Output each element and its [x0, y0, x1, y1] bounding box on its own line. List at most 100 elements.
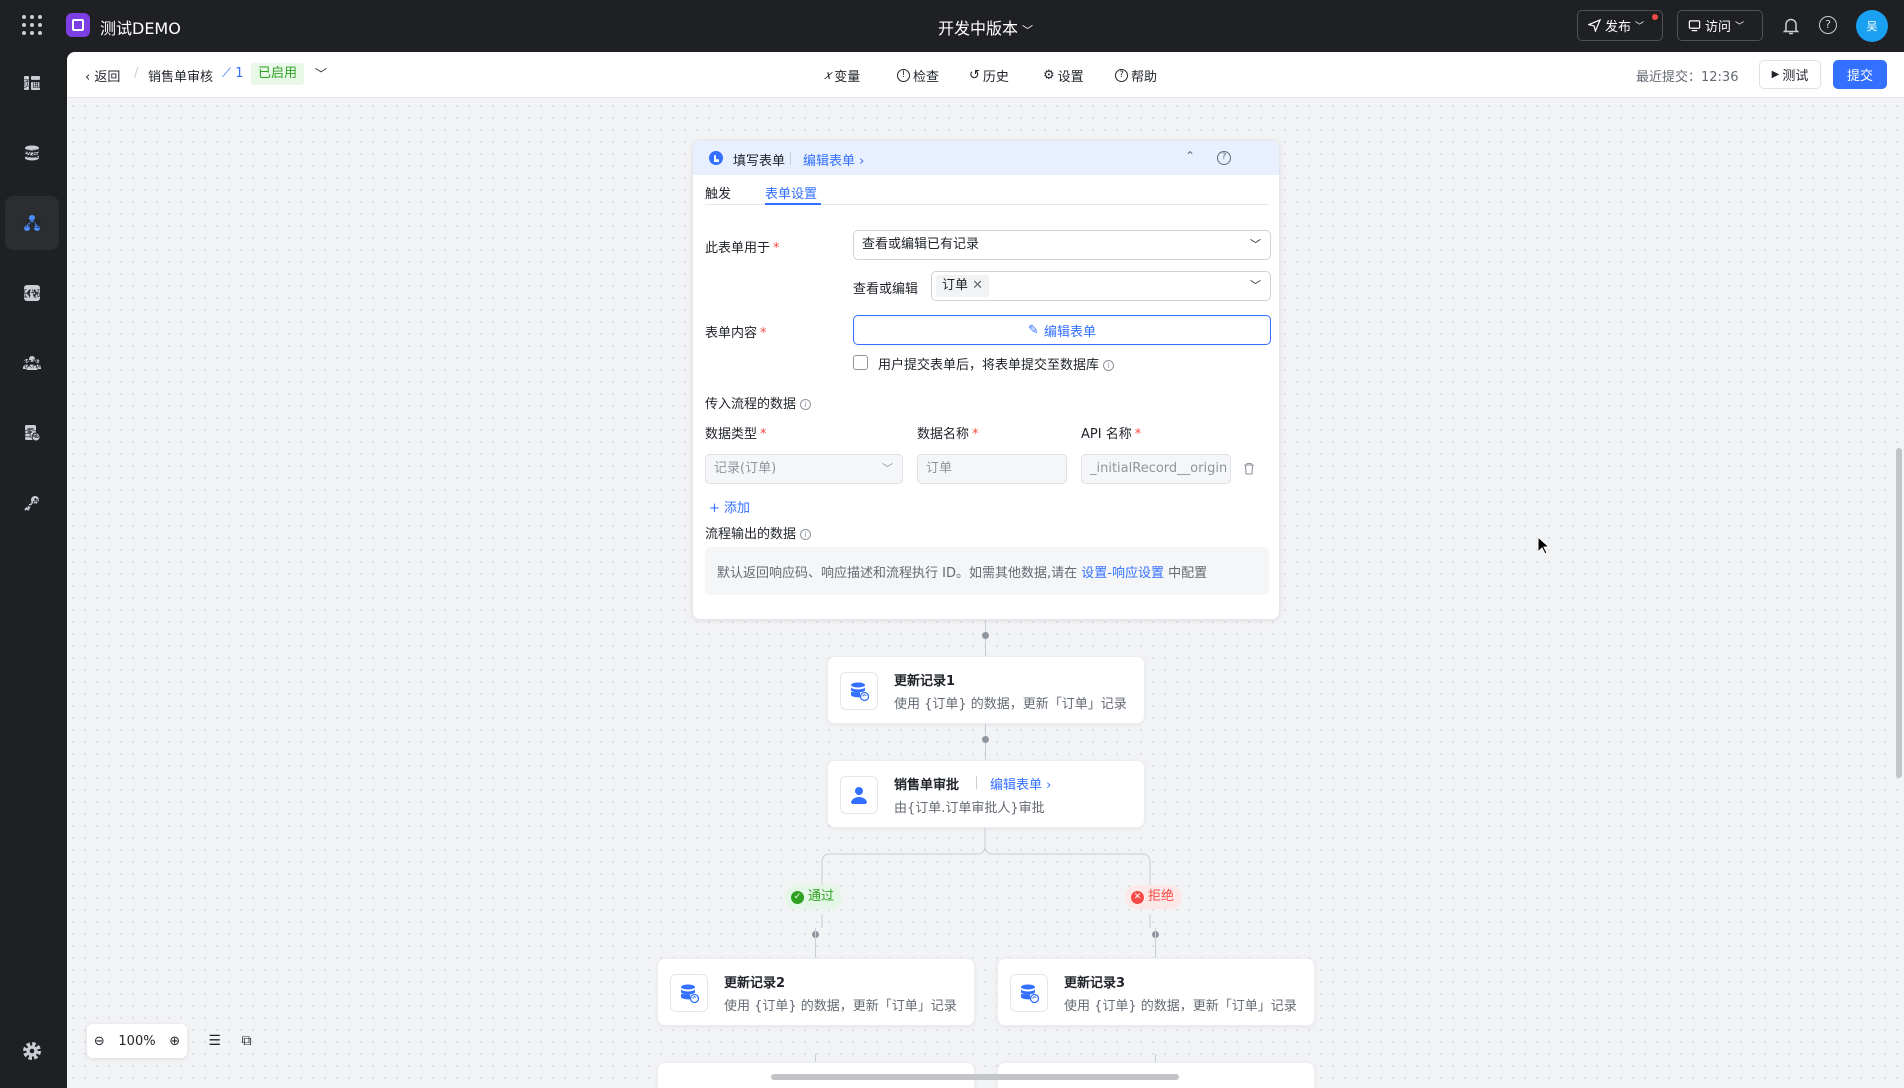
edit-approval-form-link[interactable]: 编辑表单 › [990, 774, 1051, 793]
response-settings-link[interactable]: 设置-响应设置 [1081, 566, 1164, 581]
tool-label: 检查 [913, 70, 940, 85]
bell-icon[interactable] [1782, 16, 1800, 36]
update-record-node-3[interactable]: 更新记录3 使用 {订单} 的数据，更新「订单」记录 [997, 958, 1315, 1026]
settings-button[interactable]: ⚙ 设置 [1043, 66, 1084, 85]
history-button[interactable]: ↺ 历史 [969, 66, 1009, 85]
edit-approval-form-label: 编辑表单 [990, 778, 1043, 793]
note-prefix: 默认返回响应码、响应描述和流程执行 ID。如需其他数据,请在 [717, 566, 1082, 581]
variables-button[interactable]: 𝑥 变量 [824, 66, 860, 85]
node-title: 更新记录3 [1064, 976, 1126, 991]
sidebar-item-logs[interactable]: 日志 [5, 406, 59, 460]
selected-chip: 订单 ✕ [936, 275, 990, 297]
content-label-text: 表单内容 [705, 326, 758, 341]
chevron-down-icon: ﹀ [1250, 238, 1261, 251]
chevron-down-icon[interactable]: ﹀ [315, 65, 327, 82]
approval-node[interactable]: 销售单审批 编辑表单 › 由{订单.订单审批人}审批 [827, 760, 1145, 828]
sidebar-item-lowcode[interactable]: 低代码 [5, 266, 59, 320]
app-name[interactable]: 测试DEMO [100, 15, 181, 39]
test-label: 测试 [1782, 69, 1809, 84]
database-sync-icon [1010, 974, 1048, 1012]
auto-layout-icon[interactable]: ☰ [208, 1033, 221, 1049]
publish-button[interactable]: 发布 ﹀ [1577, 10, 1663, 41]
link-icon: ⟋ [222, 66, 232, 81]
checkbox-label-text: 用户提交表单后，将表单提交至数据库 [878, 358, 1100, 373]
mouse-cursor-icon [1537, 536, 1551, 555]
trash-icon[interactable] [1243, 462, 1255, 475]
gear-icon[interactable] [21, 1040, 43, 1062]
required-mark: * [972, 427, 979, 442]
update-record-node-2[interactable]: 更新记录2 使用 {订单} 的数据，更新「订单」记录 [657, 958, 975, 1026]
close-icon[interactable]: ✕ [972, 278, 983, 293]
active-tab-indicator [765, 203, 821, 205]
required-mark: * [773, 241, 780, 256]
edit-icon: ✎ [1028, 322, 1039, 338]
sidebar-item-pages[interactable]: 页面 [5, 56, 59, 110]
app-logo [66, 13, 90, 37]
edit-form-link-label: 编辑表单 [803, 154, 856, 169]
sidebar-item-permissions[interactable]: 权限 [5, 336, 59, 390]
zoom-out-icon[interactable]: ⊖ [94, 1034, 105, 1049]
help-icon[interactable]: ? [1819, 16, 1837, 34]
update-record-node-1[interactable]: 更新记录1 使用 {订单} 的数据，更新「订单」记录 [827, 656, 1145, 724]
required-mark: * [1134, 427, 1142, 442]
note-suffix: 中配置 [1163, 566, 1208, 581]
reject-branch-tag[interactable]: ✕ 拒绝 [1125, 885, 1183, 909]
data-name-input: 订单 [917, 454, 1067, 484]
node-description: 由{订单.订单审批人}审批 [894, 801, 1045, 816]
chevron-right-icon: › [1046, 778, 1052, 793]
database-sync-icon [840, 672, 878, 710]
horizontal-scrollbar[interactable] [771, 1074, 1179, 1080]
api-name-input: _initialRecord__origin [1081, 454, 1231, 484]
tool-label: 帮助 [1131, 70, 1158, 85]
sidebar-item-data[interactable]: 数据 [5, 126, 59, 180]
check-button[interactable]: ! 检查 [897, 66, 939, 85]
edit-form-button[interactable]: ✎ 编辑表单 [853, 315, 1271, 345]
view-edit-label: 查看或编辑 [853, 282, 919, 297]
avatar[interactable]: 吴 [1856, 10, 1888, 42]
alert-icon: ! [897, 69, 910, 82]
chevron-down-icon: ﹀ [1735, 22, 1745, 32]
pass-branch-tag[interactable]: ✓ 通过 [785, 885, 843, 909]
help-button[interactable]: ? 帮助 [1115, 66, 1157, 85]
reject-label: 拒绝 [1148, 889, 1175, 904]
collapse-icon[interactable]: ⌃ [1185, 149, 1195, 163]
info-icon[interactable]: i [1103, 360, 1115, 371]
sidebar-item-integration[interactable]: 集成 [5, 476, 59, 530]
app-grid-icon[interactable] [22, 15, 42, 35]
edit-form-link[interactable]: 编辑表单 › [803, 150, 864, 169]
submit-button[interactable]: 提交 [1833, 60, 1887, 89]
version-label: 开发中版本 [938, 19, 1019, 38]
branch-connector [821, 828, 1151, 928]
sidebar-item-label: 集成 [22, 499, 41, 510]
view-edit-select[interactable]: 订单 ✕ ﹀ [931, 271, 1271, 301]
test-button[interactable]: ▶ 测试 [1759, 60, 1821, 89]
top-bar: 测试DEMO 开发中版本 ﹀ 发布 ﹀ 访问 ﹀ ? 吴 [0, 0, 1904, 52]
history-icon: ↺ [969, 68, 980, 83]
usage-label: 此表单用于 * [705, 237, 780, 256]
back-button[interactable]: ‹ 返回 [85, 66, 120, 85]
tab-trigger[interactable]: 触发 [705, 183, 731, 202]
node-title: 销售单审批 [894, 778, 960, 793]
monitor-icon [1688, 20, 1701, 32]
flow-version[interactable]: ⟋ 1 [222, 66, 244, 81]
add-data-link[interactable]: + 添加 [709, 497, 750, 516]
vertical-scrollbar[interactable] [1896, 448, 1902, 778]
col-name-text: 数据名称 [917, 427, 970, 442]
tab-form-settings[interactable]: 表单设置 [765, 183, 817, 202]
info-icon[interactable]: i [800, 399, 812, 410]
zoom-in-icon[interactable]: ⊕ [169, 1034, 180, 1049]
input-section-title: 传入流程的数据 i [705, 393, 812, 412]
check-circle-icon: ✓ [791, 890, 804, 904]
submit-to-db-checkbox[interactable] [853, 355, 868, 370]
help-icon[interactable]: ? [1217, 151, 1231, 165]
status-badge: 已启用 [251, 63, 305, 85]
connector-dot [982, 632, 989, 639]
visit-button[interactable]: 访问 ﹀ [1677, 10, 1763, 41]
info-icon[interactable]: i [800, 529, 812, 540]
sidebar-item-flow[interactable]: 流程 [5, 196, 59, 250]
flow-name[interactable]: 销售单审核 [148, 66, 213, 85]
usage-select[interactable]: 查看或编辑已有记录 ﹀ [853, 230, 1271, 260]
chevron-down-icon: ﹀ [1635, 22, 1645, 32]
version-selector[interactable]: 开发中版本 ﹀ [938, 15, 1033, 39]
fit-view-icon[interactable]: ⧉ [242, 1033, 252, 1049]
